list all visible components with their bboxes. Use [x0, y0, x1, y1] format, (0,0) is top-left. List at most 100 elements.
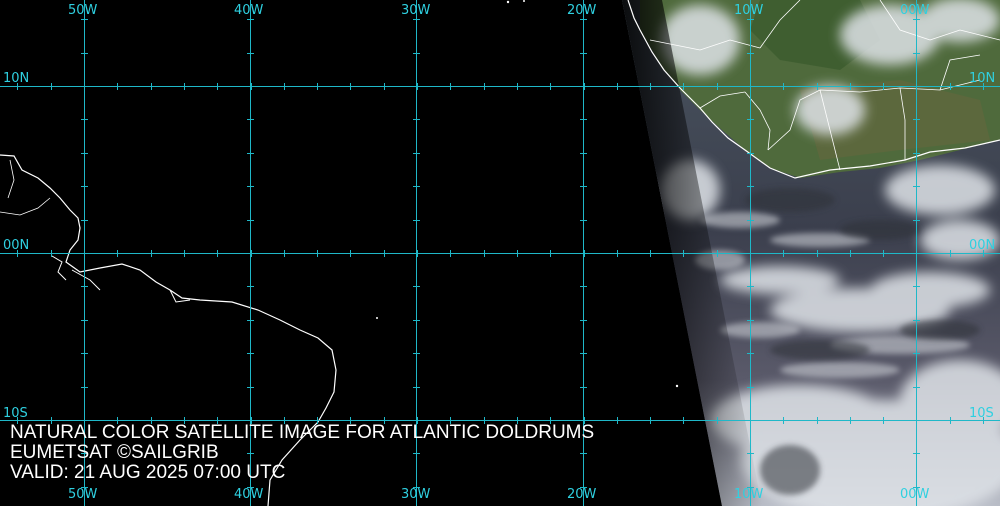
graticule-tick — [413, 119, 420, 120]
graticule-tick — [913, 353, 920, 354]
graticule-tick — [413, 19, 420, 20]
graticule-tick — [617, 417, 618, 424]
graticule-tick — [850, 83, 851, 90]
lat-label-right-00n: 00N — [969, 238, 996, 253]
lon-label-bottom-20w: 20W — [567, 487, 597, 502]
graticule-tick — [817, 250, 818, 257]
graticule-tick — [317, 83, 318, 90]
graticule-tick — [580, 53, 587, 54]
graticule-tick — [650, 83, 651, 90]
graticule-tick — [413, 153, 420, 154]
graticule-tick — [913, 186, 920, 187]
graticule-tick — [580, 387, 587, 388]
graticule-tick — [913, 220, 920, 221]
graticule-tick — [717, 417, 718, 424]
graticule-tick — [617, 83, 618, 90]
graticule-tick — [913, 53, 920, 54]
graticule-tick — [81, 186, 88, 187]
graticule-tick — [517, 250, 518, 257]
graticule-tick — [550, 83, 551, 90]
graticule-tick — [84, 83, 85, 90]
graticule-tick — [81, 220, 88, 221]
graticule-tick — [916, 250, 917, 257]
graticule-tick — [883, 417, 884, 424]
graticule-tick — [217, 83, 218, 90]
graticule-tick — [51, 250, 52, 257]
graticule-tick — [783, 250, 784, 257]
graticule-tick — [117, 250, 118, 257]
graticule-tick — [247, 286, 254, 287]
lon-label-top-30w: 30W — [401, 3, 431, 18]
graticule-tick — [683, 83, 684, 90]
graticule-tick — [817, 417, 818, 424]
graticule-tick — [484, 83, 485, 90]
graticule-tick — [413, 186, 420, 187]
graticule-tick — [580, 286, 587, 287]
graticule-tick — [413, 286, 420, 287]
graticule-tick — [750, 417, 751, 424]
graticule-tick — [580, 119, 587, 120]
graticule-tick — [484, 250, 485, 257]
graticule-tick — [580, 220, 587, 221]
graticule-tick — [913, 119, 920, 120]
graticule-tick — [747, 286, 754, 287]
graticule-tick — [81, 353, 88, 354]
graticule-tick — [584, 250, 585, 257]
graticule-tick — [413, 320, 420, 321]
graticule-tick — [747, 119, 754, 120]
graticule-tick — [151, 83, 152, 90]
lat-label-right-10n: 10N — [969, 71, 996, 86]
graticule-tick — [81, 53, 88, 54]
graticule-tick — [284, 250, 285, 257]
graticule-tick — [747, 53, 754, 54]
lat-label-right-10s: 10S — [969, 406, 994, 421]
graticule-tick — [413, 387, 420, 388]
graticule-tick — [747, 19, 754, 20]
graticule-tick — [384, 250, 385, 257]
lat-label-left-00n: 00N — [3, 238, 30, 253]
graticule-tick — [950, 250, 951, 257]
graticule-tick — [184, 250, 185, 257]
graticule-tick — [350, 250, 351, 257]
graticule-tick — [747, 387, 754, 388]
graticule-tick — [81, 286, 88, 287]
graticule-tick — [580, 19, 587, 20]
graticule-tick — [247, 387, 254, 388]
graticule-tick — [450, 250, 451, 257]
graticule-tick — [916, 83, 917, 90]
graticule-tick — [850, 417, 851, 424]
graticule-tick — [913, 453, 920, 454]
graticule-tick — [247, 19, 254, 20]
graticule-tick — [413, 353, 420, 354]
graticule-tick — [683, 417, 684, 424]
graticule-tick — [717, 83, 718, 90]
graticule-tick — [517, 83, 518, 90]
graticule-tick — [783, 83, 784, 90]
graticule-tick — [913, 153, 920, 154]
graticule-tick — [750, 250, 751, 257]
lon-label-top-20w: 20W — [567, 3, 597, 18]
graticule-tick — [247, 353, 254, 354]
lat-label-left-10s: 10S — [3, 406, 28, 421]
graticule-tick — [913, 286, 920, 287]
graticule-tick — [783, 417, 784, 424]
graticule-tick — [913, 387, 920, 388]
graticule-tick — [717, 250, 718, 257]
graticule-tick — [81, 119, 88, 120]
lon-label-bottom-40w: 40W — [234, 487, 264, 502]
graticule-tick — [81, 19, 88, 20]
graticule-tick — [417, 250, 418, 257]
lon-label-top-50w: 50W — [68, 3, 98, 18]
graticule-tick — [251, 83, 252, 90]
satellite-map: 50W 40W 30W 20W 10W 00W 50W 40W 30W 20W … — [0, 0, 1000, 506]
lon-label-bottom-50w: 50W — [68, 487, 98, 502]
lon-label-bottom-10w: 10W — [734, 487, 764, 502]
lon-label-top-00w: 00W — [900, 3, 930, 18]
graticule-tick — [251, 250, 252, 257]
graticule-tick — [413, 53, 420, 54]
graticule-tick — [580, 153, 587, 154]
graticule-tick — [284, 83, 285, 90]
lon-label-top-40w: 40W — [234, 3, 264, 18]
graticule-tick — [247, 220, 254, 221]
graticule-tick — [817, 83, 818, 90]
